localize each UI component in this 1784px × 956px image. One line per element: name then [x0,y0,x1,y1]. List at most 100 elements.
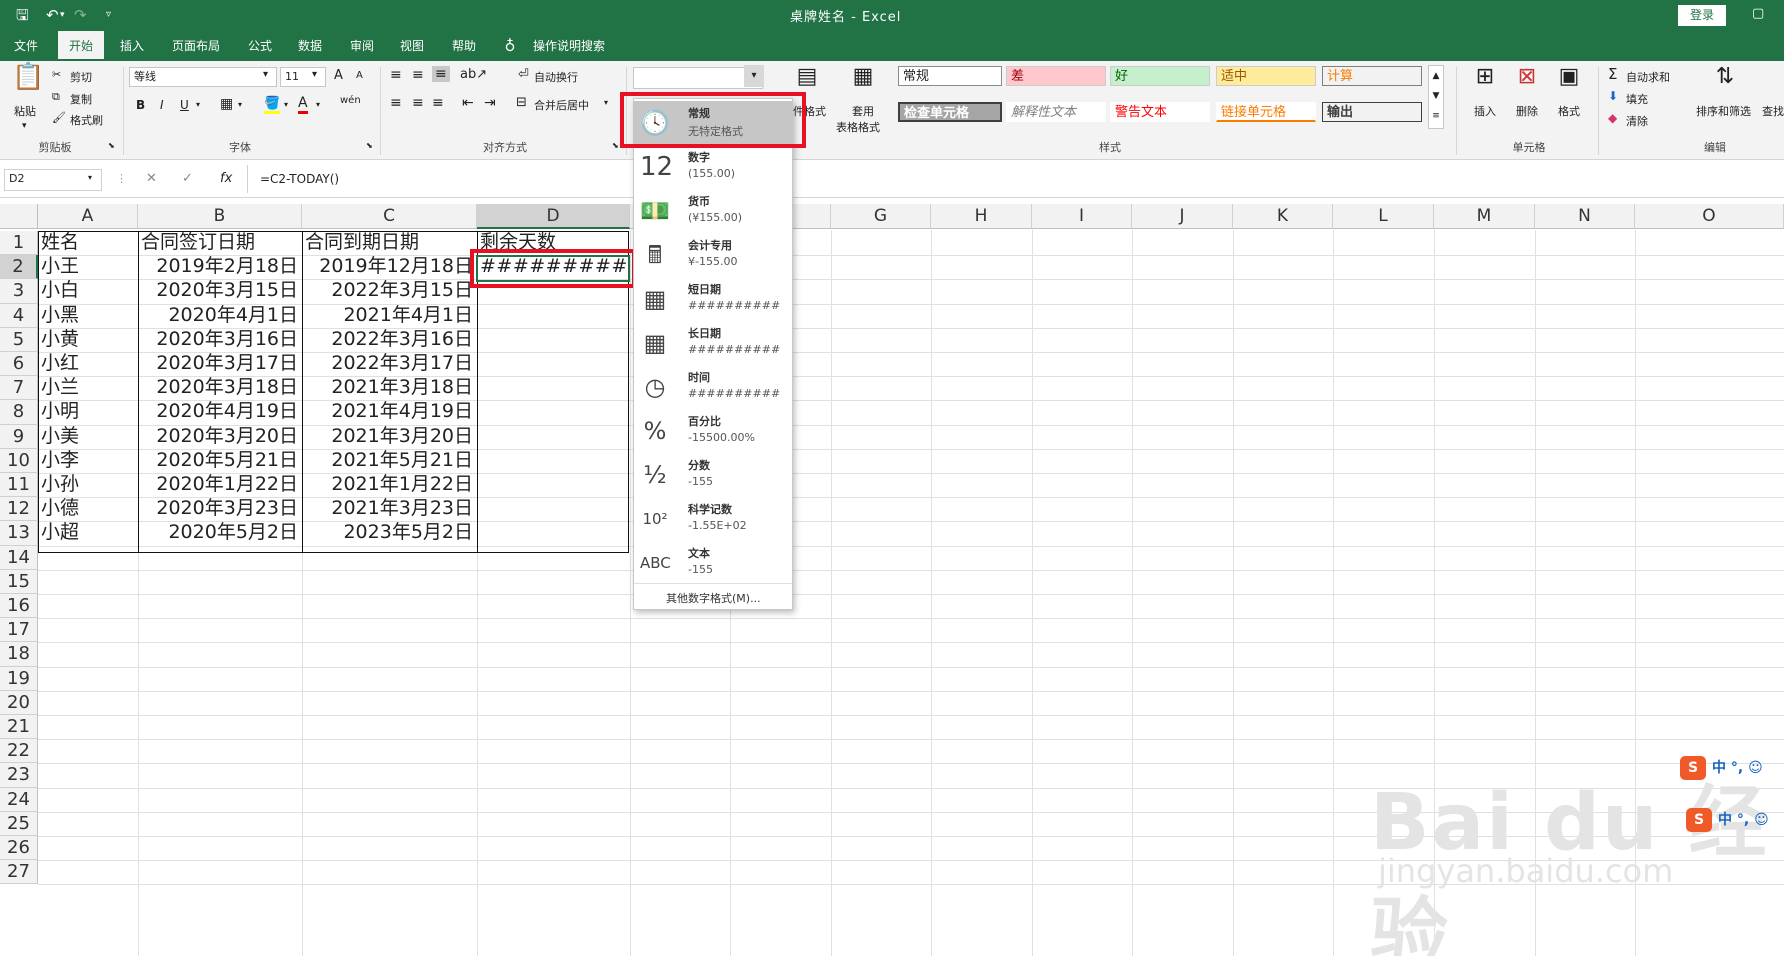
table-cell[interactable]: 2021年3月18日 [303,375,476,399]
column-header-a[interactable]: A [38,204,138,229]
row-header[interactable]: 20 [0,690,38,715]
align-right-icon[interactable]: ≡ [432,95,444,111]
row-header[interactable]: 21 [0,715,38,740]
select-all-corner[interactable] [0,204,38,229]
tab-file[interactable]: 文件 [6,31,46,61]
table-cell[interactable] [478,327,629,351]
format-painter-button[interactable]: 格式刷 [70,112,103,128]
save-icon[interactable]: 🖫 [16,6,29,24]
number-format-option[interactable]: 12 数字 (155.00) [634,145,792,189]
row-header[interactable]: 24 [0,787,38,812]
font-name-dropdown-icon[interactable]: ▾ [263,69,268,80]
style-bad[interactable]: 差 [1006,66,1106,86]
insert-cells-button[interactable]: 插入 [1474,103,1496,119]
table-cell[interactable]: 2021年5月21日 [303,448,476,472]
column-header-n[interactable]: N [1535,204,1635,229]
formula-input[interactable]: =C2-TODAY() [247,165,1777,193]
tab-view[interactable]: 视图 [392,31,432,61]
table-cell[interactable]: 2020年1月22日 [139,472,301,496]
bold-icon[interactable]: B [136,98,145,112]
table-cell[interactable]: 小王 [39,254,137,278]
style-explanatory[interactable]: 解释性文本 [1006,102,1106,122]
table-cell[interactable] [478,303,629,327]
table-cell[interactable]: 小超 [39,520,137,544]
table-cell[interactable] [478,424,629,448]
table-cell[interactable] [478,351,629,375]
row-header[interactable]: 6 [0,352,38,377]
undo-dropdown-icon[interactable]: ▾ [60,6,65,24]
merge-dropdown-icon[interactable]: ▾ [604,98,608,107]
style-neutral[interactable]: 适中 [1216,66,1316,86]
font-dialog-launcher-icon[interactable]: ⬊ [366,141,373,150]
row-header[interactable]: 14 [0,545,38,570]
decrease-indent-icon[interactable]: ⇤ [462,95,474,111]
column-header-k[interactable]: K [1233,204,1333,229]
paste-dropdown-icon[interactable]: ▾ [22,121,27,131]
table-cell[interactable]: 小明 [39,399,137,423]
restore-window-icon[interactable]: ▢ [1752,6,1764,21]
table-cell[interactable]: 小李 [39,448,137,472]
row-header[interactable]: 18 [0,642,38,667]
cancel-icon[interactable]: ✕ [146,171,157,186]
tab-home[interactable]: 开始 [58,31,104,61]
number-format-option[interactable]: 💵 货币 (¥155.00) [634,189,792,233]
column-header-o[interactable]: O [1635,204,1784,229]
row-header[interactable]: 11 [0,473,38,498]
undo-icon[interactable]: ↶ [46,6,59,24]
table-cell[interactable]: 小美 [39,424,137,448]
border-dropdown-icon[interactable]: ▾ [238,100,242,109]
style-calculation[interactable]: 计算 [1322,66,1422,86]
find-button[interactable]: 查找 [1762,103,1784,119]
emoji-icon[interactable]: ☺ [1748,760,1763,776]
table-cell[interactable]: 2020年3月18日 [139,375,301,399]
font-name-box[interactable]: 等线 [129,67,277,87]
number-format-option[interactable]: % 百分比 -15500.00% [634,409,792,453]
conditional-format-icon[interactable]: ▤ [793,65,821,89]
column-header-i[interactable]: I [1032,204,1132,229]
customize-qat-icon[interactable]: ▿ [106,6,111,24]
row-header[interactable]: 26 [0,836,38,861]
row-header[interactable]: 4 [0,303,38,328]
increase-indent-icon[interactable]: ⇥ [484,95,496,111]
cut-button[interactable]: 剪切 [70,69,92,85]
column-header-d[interactable]: D [477,204,630,229]
table-cell[interactable]: 2020年4月19日 [139,399,301,423]
number-format-dropdown-icon[interactable]: ▾ [744,65,764,87]
table-cell[interactable] [478,448,629,472]
merge-center-icon[interactable]: ⊟ [516,95,527,110]
table-cell[interactable]: 2021年4月1日 [303,303,476,327]
row-header[interactable]: 1 [0,231,38,256]
align-bottom-icon[interactable]: ≡ [432,66,450,82]
table-cell[interactable]: 2020年3月15日 [139,278,301,302]
align-middle-icon[interactable]: ≡ [412,67,424,83]
tab-insert[interactable]: 插入 [112,31,152,61]
underline-icon[interactable]: U [180,98,189,112]
table-cell[interactable] [478,375,629,399]
table-format-label-2[interactable]: 表格格式 [836,119,880,135]
column-header-l[interactable]: L [1333,204,1434,229]
style-good[interactable]: 好 [1110,66,1210,86]
cut-icon[interactable]: ✂ [52,68,61,81]
table-cell[interactable]: 2020年3月17日 [139,351,301,375]
table-cell[interactable]: 小黑 [39,303,137,327]
sort-filter-icon[interactable]: ⇅ [1710,65,1740,89]
table-format-label-1[interactable]: 套用 [852,103,874,119]
tab-review[interactable]: 审阅 [342,31,382,61]
phonetic-icon[interactable]: wén [340,95,361,106]
table-cell[interactable]: 2020年3月20日 [139,424,301,448]
style-warning[interactable]: 警告文本 [1110,102,1210,122]
style-normal[interactable]: 常规 [898,66,1002,86]
row-header[interactable]: 13 [0,521,38,546]
row-header[interactable]: 17 [0,618,38,643]
row-header[interactable]: 12 [0,497,38,522]
redo-icon[interactable]: ↷ [74,6,87,24]
table-cell[interactable]: 2019年2月18日 [139,254,301,278]
table-cell[interactable]: 小德 [39,496,137,520]
row-header[interactable]: 19 [0,666,38,691]
dialog-launcher-icon[interactable]: ⬊ [108,141,115,150]
autosum-icon[interactable]: Σ [1608,65,1617,83]
styles-scroll-icon[interactable]: ▲ ▼ ≡ [1428,65,1444,129]
number-format-option[interactable]: 10² 科学记数 -1.55E+02 [634,497,792,541]
row-header[interactable]: 10 [0,448,38,473]
copy-button[interactable]: 复制 [70,91,92,107]
